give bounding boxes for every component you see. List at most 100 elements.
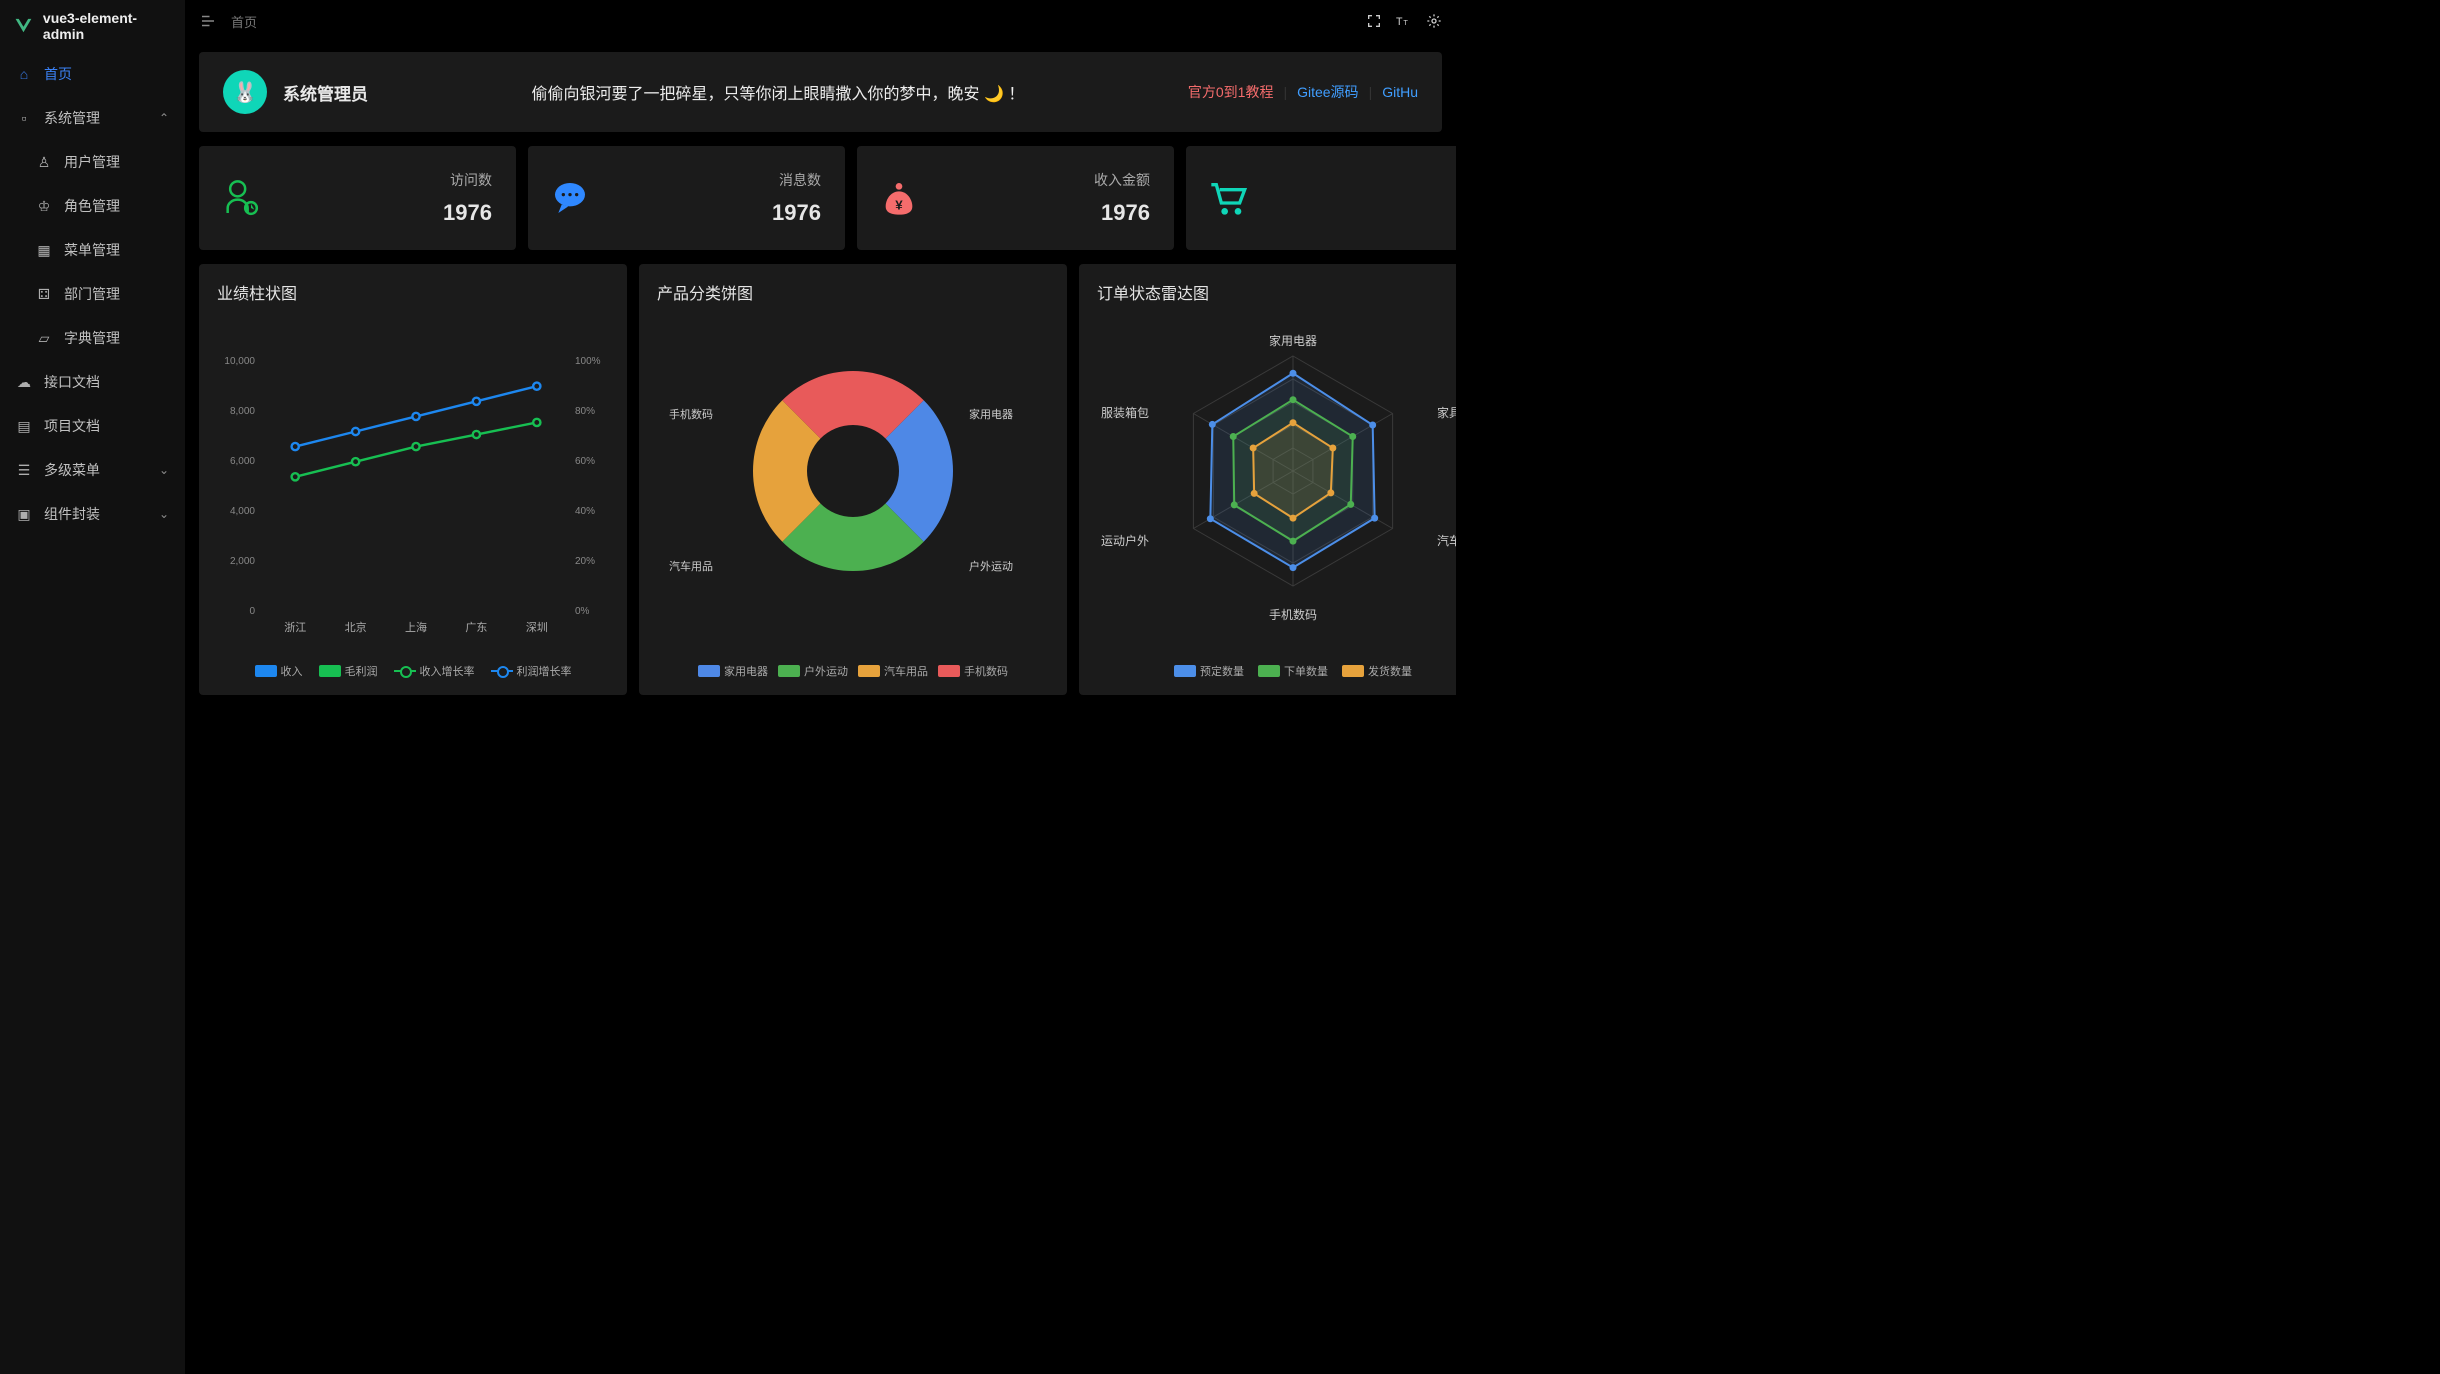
app-logo: vue3-element-admin — [0, 0, 185, 52]
gear-icon: ▫ — [16, 110, 32, 126]
cloud-icon: ☁ — [16, 374, 32, 391]
pie-label-phone: 手机数码 — [669, 406, 713, 422]
dict-icon: ▱ — [36, 330, 52, 347]
radar-axis-label: 汽车用品 — [1437, 532, 1456, 549]
pie-label-outdoor: 户外运动 — [969, 558, 1013, 574]
chevron-down-icon: ⌄ — [159, 463, 169, 477]
pie-chart: 家用电器 户外运动 汽车用品 手机数码 家用电器 户外运动 汽车用品 手机数码 — [657, 314, 1049, 679]
radar-axis-label: 手机数码 — [1269, 606, 1317, 623]
greeting-text: 偷偷向银河要了一把碎星，只等你闭上眼睛撒入你的梦中，晚安 🌙 ！ — [368, 80, 1188, 104]
legend-gross[interactable]: 毛利润 — [319, 663, 378, 679]
hamburger-icon[interactable] — [199, 12, 217, 30]
bar-chart: 10,0008,0006,0004,0002,0000 100%80%60%40… — [217, 314, 609, 679]
sidebar-item-label: 接口文档 — [44, 372, 100, 392]
svg-text:T: T — [1396, 16, 1403, 28]
legend-car[interactable]: 汽车用品 — [858, 663, 928, 679]
sidebar-item-dict[interactable]: ▱ 字典管理 — [0, 316, 185, 360]
stat-label: 收入金额 — [1094, 170, 1150, 190]
sidebar-item-label: 部门管理 — [64, 284, 120, 304]
role-icon: ♔ — [36, 198, 52, 215]
pie-label-car: 汽车用品 — [669, 558, 713, 574]
textsize-icon[interactable]: TT — [1396, 13, 1412, 29]
radar-axis-label: 家用电器 — [1269, 332, 1317, 349]
stat-card-messages: 消息数 1976 — [528, 146, 845, 250]
bar-chart-card: 业绩柱状图 10,0008,0006,0004,0002,0000 100%80… — [199, 264, 627, 695]
legend-income[interactable]: 收入 — [255, 663, 303, 679]
moon-icon: 🌙 — [984, 86, 1004, 103]
topbar: 首页 TT — [185, 0, 1456, 42]
legend-appliance[interactable]: 家用电器 — [698, 663, 768, 679]
sidebar: vue3-element-admin ⌂ 首页 ▫ 系统管理 ⌃ ♙ 用户管理 ♔ 角色管… — [0, 0, 185, 1374]
sidebar-item-dept[interactable]: ⚃ 部门管理 — [0, 272, 185, 316]
legend-ordered[interactable]: 下单数量 — [1258, 663, 1328, 679]
legend-profit-growth[interactable]: 利润增长率 — [491, 663, 572, 679]
radar-axis-label: 家具厨具 — [1437, 404, 1456, 421]
chart-title: 产品分类饼图 — [657, 280, 1049, 304]
stat-value: 1976 — [1094, 200, 1150, 226]
sidebar-item-label: 角色管理 — [64, 196, 120, 216]
fullscreen-icon[interactable] — [1366, 13, 1382, 29]
sidebar-item-label: 用户管理 — [64, 152, 120, 172]
sidebar-item-menu[interactable]: ▦ 菜单管理 — [0, 228, 185, 272]
stat-card-income: ¥ 收入金额 1976 — [857, 146, 1174, 250]
pie-chart-card: 产品分类饼图 家用电器 户外运动 汽车用品 手机数码 家用电器 户外运动 汽车用… — [639, 264, 1067, 695]
grid-icon: ▦ — [36, 242, 52, 259]
stat-value: 1976 — [772, 200, 821, 226]
sidebar-item-system[interactable]: ▫ 系统管理 ⌃ — [0, 96, 185, 140]
legend-phone[interactable]: 手机数码 — [938, 663, 1008, 679]
sidebar-item-label: 组件封装 — [44, 504, 100, 524]
visits-icon — [221, 178, 261, 218]
stat-value: 1976 — [443, 200, 492, 226]
breadcrumb: 首页 — [231, 12, 257, 31]
app-title: vue3-element-admin — [43, 10, 171, 42]
legend-shipped[interactable]: 发货数量 — [1342, 663, 1412, 679]
sidebar-item-user[interactable]: ♙ 用户管理 — [0, 140, 185, 184]
home-icon: ⌂ — [16, 66, 32, 82]
link-tutorial[interactable]: 官方0到1教程 — [1188, 82, 1274, 102]
radar-chart: 家用电器 家具厨具 汽车用品 手机数码 运动户外 服装箱包 预定数量 下单数量 … — [1097, 314, 1456, 679]
sidebar-item-component[interactable]: ▣ 组件封装 ⌄ — [0, 492, 185, 536]
legend-reserve[interactable]: 预定数量 — [1174, 663, 1244, 679]
admin-name: 系统管理员 — [283, 80, 368, 105]
vue-logo-icon — [14, 16, 33, 36]
svg-text:T: T — [1403, 18, 1408, 27]
sidebar-item-proj[interactable]: ▤ 项目文档 — [0, 404, 185, 448]
radar-axis-label: 运动户外 — [1101, 532, 1149, 549]
message-icon — [550, 178, 590, 218]
radar-axis-label: 服装箱包 — [1101, 404, 1149, 421]
money-icon: ¥ — [879, 178, 919, 218]
sidebar-item-label: 系统管理 — [44, 108, 100, 128]
list-icon: ☰ — [16, 462, 32, 479]
stat-card-visits: 访问数 1976 — [199, 146, 516, 250]
legend-income-growth[interactable]: 收入增长率 — [394, 663, 475, 679]
sidebar-item-label: 多级菜单 — [44, 460, 100, 480]
cart-icon — [1208, 178, 1248, 218]
settings-icon[interactable] — [1426, 13, 1442, 29]
tree-icon: ⚃ — [36, 286, 52, 303]
welcome-card: 🐰 系统管理员 偷偷向银河要了一把碎星，只等你闭上眼睛撒入你的梦中，晚安 🌙 ！… — [199, 52, 1442, 132]
stat-label: 消息数 — [772, 170, 821, 190]
component-icon: ▣ — [16, 506, 32, 523]
chart-title: 订单状态雷达图 — [1097, 280, 1456, 304]
sidebar-item-role[interactable]: ♔ 角色管理 — [0, 184, 185, 228]
legend-outdoor[interactable]: 户外运动 — [778, 663, 848, 679]
pie-label-appliance: 家用电器 — [969, 406, 1013, 422]
sidebar-item-home[interactable]: ⌂ 首页 — [0, 52, 185, 96]
chevron-up-icon: ⌃ — [159, 111, 169, 125]
sidebar-item-multilevel[interactable]: ☰ 多级菜单 ⌄ — [0, 448, 185, 492]
sidebar-item-api[interactable]: ☁ 接口文档 — [0, 360, 185, 404]
avatar: 🐰 — [223, 70, 267, 114]
chart-title: 业绩柱状图 — [217, 280, 609, 304]
sidebar-item-label: 首页 — [44, 64, 72, 84]
user-icon: ♙ — [36, 154, 52, 171]
radar-chart-card: 订单状态雷达图 家用电器 家具厨具 汽车用品 手机数码 运动户外 服装箱包 预定… — [1079, 264, 1456, 695]
stat-label: 访问数 — [443, 170, 492, 190]
doc-icon: ▤ — [16, 418, 32, 435]
link-gitee[interactable]: Gitee源码 — [1297, 82, 1358, 102]
svg-text:¥: ¥ — [895, 198, 903, 213]
sidebar-item-label: 项目文档 — [44, 416, 100, 436]
sidebar-item-label: 菜单管理 — [64, 240, 120, 260]
sidebar-item-label: 字典管理 — [64, 328, 120, 348]
link-github[interactable]: GitHu — [1382, 84, 1418, 100]
chevron-down-icon: ⌄ — [159, 507, 169, 521]
